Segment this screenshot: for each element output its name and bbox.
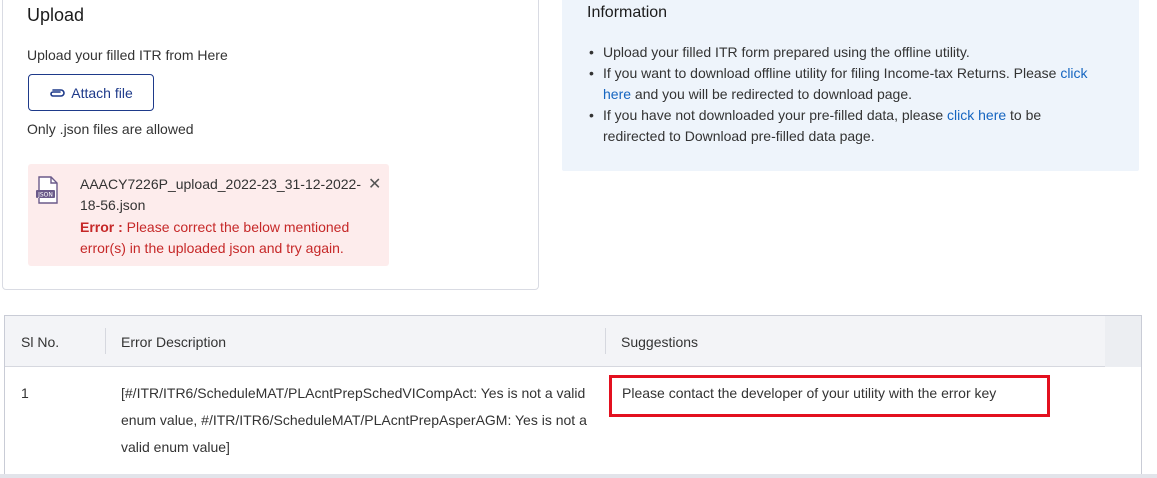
information-card: Information Upload your filled ITR form … (562, 0, 1139, 171)
json-file-icon: JSON (36, 176, 58, 204)
error-label: Error : (80, 219, 123, 235)
information-title: Information (587, 4, 668, 21)
paperclip-icon (50, 88, 65, 97)
upload-error-message: Error : Please correct the below mention… (80, 217, 370, 259)
allowed-files-note: Only .json files are allowed (27, 121, 194, 137)
horizontal-scrollbar[interactable] (0, 474, 1157, 478)
upload-subtitle: Upload your filled ITR from Here (27, 47, 228, 63)
column-header-error-description: Error Description (121, 334, 227, 350)
column-header-suggestions: Suggestions (621, 334, 699, 350)
row-error-description: [#/ITR/ITR6/ScheduleMAT/PLAcntPrepSchedV… (121, 385, 587, 455)
info-item-text: If you want to download offline utility … (603, 65, 1061, 81)
prefilled-data-link[interactable]: click here (947, 107, 1006, 123)
table-header: Sl No. Error Description Suggestions (5, 316, 1141, 367)
info-item: Upload your filled ITR form prepared usi… (587, 42, 1107, 63)
column-divider (605, 328, 606, 354)
info-item-text: Upload your filled ITR form prepared usi… (603, 44, 970, 60)
attach-file-button[interactable]: Attach file (28, 74, 154, 111)
upload-title: Upload (27, 5, 85, 25)
remove-file-close-icon[interactable]: ✕ (368, 174, 381, 194)
info-item-text: If you have not downloaded your pre-fill… (603, 107, 948, 123)
column-header-sl-no: Sl No. (21, 334, 60, 350)
info-item-text: and you will be redirected to download p… (631, 86, 912, 102)
suggestion-highlight-box (609, 375, 1050, 417)
info-item: If you want to download offline utility … (587, 63, 1107, 105)
attach-file-label: Attach file (71, 84, 133, 101)
column-divider (105, 328, 106, 354)
table-scroll-gutter (1105, 316, 1141, 367)
upload-card: Upload Upload your filled ITR from Here … (2, 0, 539, 290)
info-item: If you have not downloaded your pre-fill… (587, 105, 1107, 147)
svg-text:JSON: JSON (37, 192, 53, 199)
information-list: Upload your filled ITR form prepared usi… (587, 42, 1107, 147)
uploaded-file-name: AAACY7226P_upload_2022-23_31-12-2022-18-… (80, 176, 361, 213)
row-sl-no: 1 (21, 385, 29, 401)
uploaded-file-error: JSON AAACY7226P_upload_2022-23_31-12-202… (28, 164, 389, 266)
